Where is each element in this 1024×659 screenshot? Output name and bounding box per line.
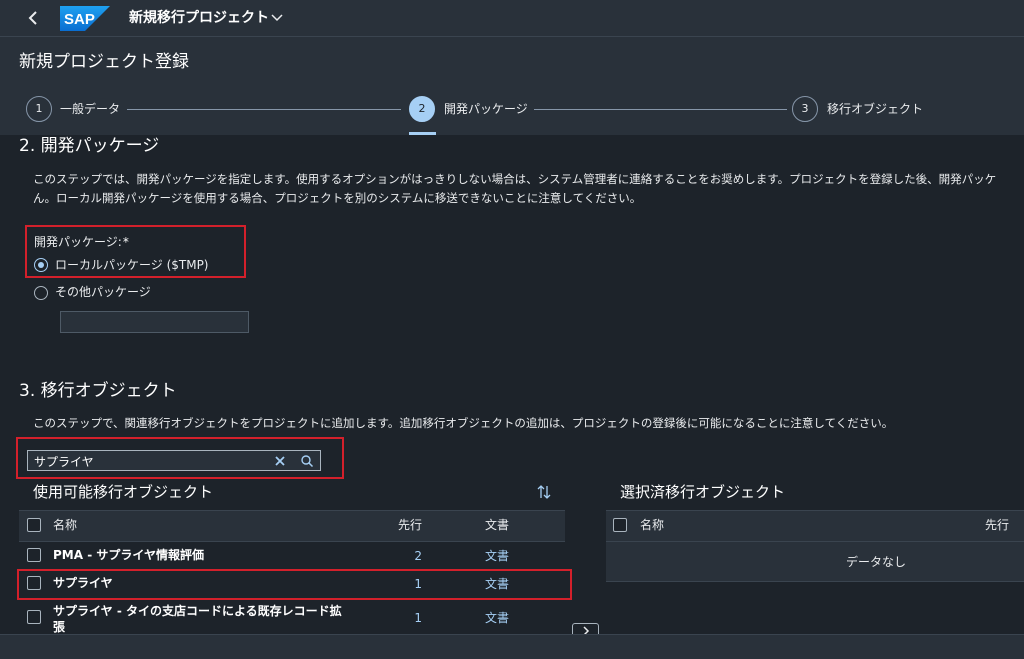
search-field[interactable] [27,450,321,471]
section-heading-migration-objects: 3. 移行オブジェクト [19,381,177,401]
section-description-line: このステップでは、開発パッケージを指定します。使用するオプションがはっきりしない… [33,172,997,186]
wizard-active-indicator [409,132,436,135]
column-header-name[interactable]: 名称 [53,517,77,533]
wizard-step-2-label[interactable]: 開発パッケージ [444,101,528,117]
row-doc-link[interactable]: 文書 [485,548,509,564]
page-title: 新規プロジェクト登録 [19,52,189,72]
radio-local-package[interactable] [34,258,48,272]
dev-package-label-text: 開発パッケージ: [34,235,122,249]
required-mark: * [122,235,129,249]
selected-column-header-name[interactable]: 名称 [640,517,664,533]
no-data-text: データなし [846,555,907,569]
radio-other-package[interactable] [34,286,48,300]
row-checkbox[interactable] [27,548,41,562]
search-input[interactable] [34,453,264,469]
dev-package-label: 開発パッケージ:* [34,234,129,250]
row-checkbox[interactable] [27,610,41,624]
wizard-step-3-number[interactable]: 3 [792,96,818,122]
section-description-line: ん。ローカル開発パッケージを使用する場合、プロジェクトを別のシステムに移送できな… [33,191,642,205]
section-description: このステップで、関連移行オブジェクトをプロジェクトに追加します。追加移行オブジェ… [33,416,894,430]
radio-local-package-label[interactable]: ローカルパッケージ ($TMP) [55,257,209,273]
sort-icon[interactable] [536,484,552,500]
available-objects-title: 使用可能移行オブジェクト [33,483,214,501]
selected-select-all-checkbox[interactable] [613,518,627,532]
sap-logo: SAP [60,6,110,31]
back-button[interactable] [22,7,46,29]
other-package-input[interactable] [60,311,249,333]
wizard-connector [127,109,401,110]
clear-icon[interactable] [274,455,286,467]
row-prereq-count[interactable]: 1 [392,610,422,626]
row-prereq-count[interactable]: 2 [392,548,422,564]
available-table-header [19,510,565,542]
wizard-step-1-number[interactable]: 1 [26,96,52,122]
row-name-line: サプライヤ - タイの支店コードによる既存レコード拡 [53,604,342,618]
app-title[interactable]: 新規移行プロジェクト [129,8,269,28]
footer-bar [0,634,1024,659]
column-header-prereq[interactable]: 先行 [398,517,422,533]
row-name: PMA - サプライヤ情報評価 [53,548,205,562]
wizard-step-2-number[interactable]: 2 [409,96,435,122]
selected-column-header-prereq[interactable]: 先行 [985,517,1009,533]
search-icon[interactable] [300,454,314,468]
highlight-box [17,569,572,600]
radio-other-package-label[interactable]: その他パッケージ [55,284,151,300]
selected-objects-title: 選択済移行オブジェクト [620,483,786,501]
svg-text:SAP: SAP [64,11,95,28]
empty-row [606,542,1024,582]
wizard-connector [534,109,787,110]
wizard-step-3-label[interactable]: 移行オブジェクト [827,101,923,117]
selected-table-header [606,510,1024,542]
back-arrow-icon [28,11,37,25]
chevron-down-icon[interactable] [270,10,284,24]
section-heading-dev-package: 2. 開発パッケージ [19,136,160,156]
wizard-step-1-label[interactable]: 一般データ [60,101,120,117]
row-doc-link[interactable]: 文書 [485,610,509,626]
column-header-doc[interactable]: 文書 [485,517,509,533]
select-all-checkbox[interactable] [27,518,41,532]
